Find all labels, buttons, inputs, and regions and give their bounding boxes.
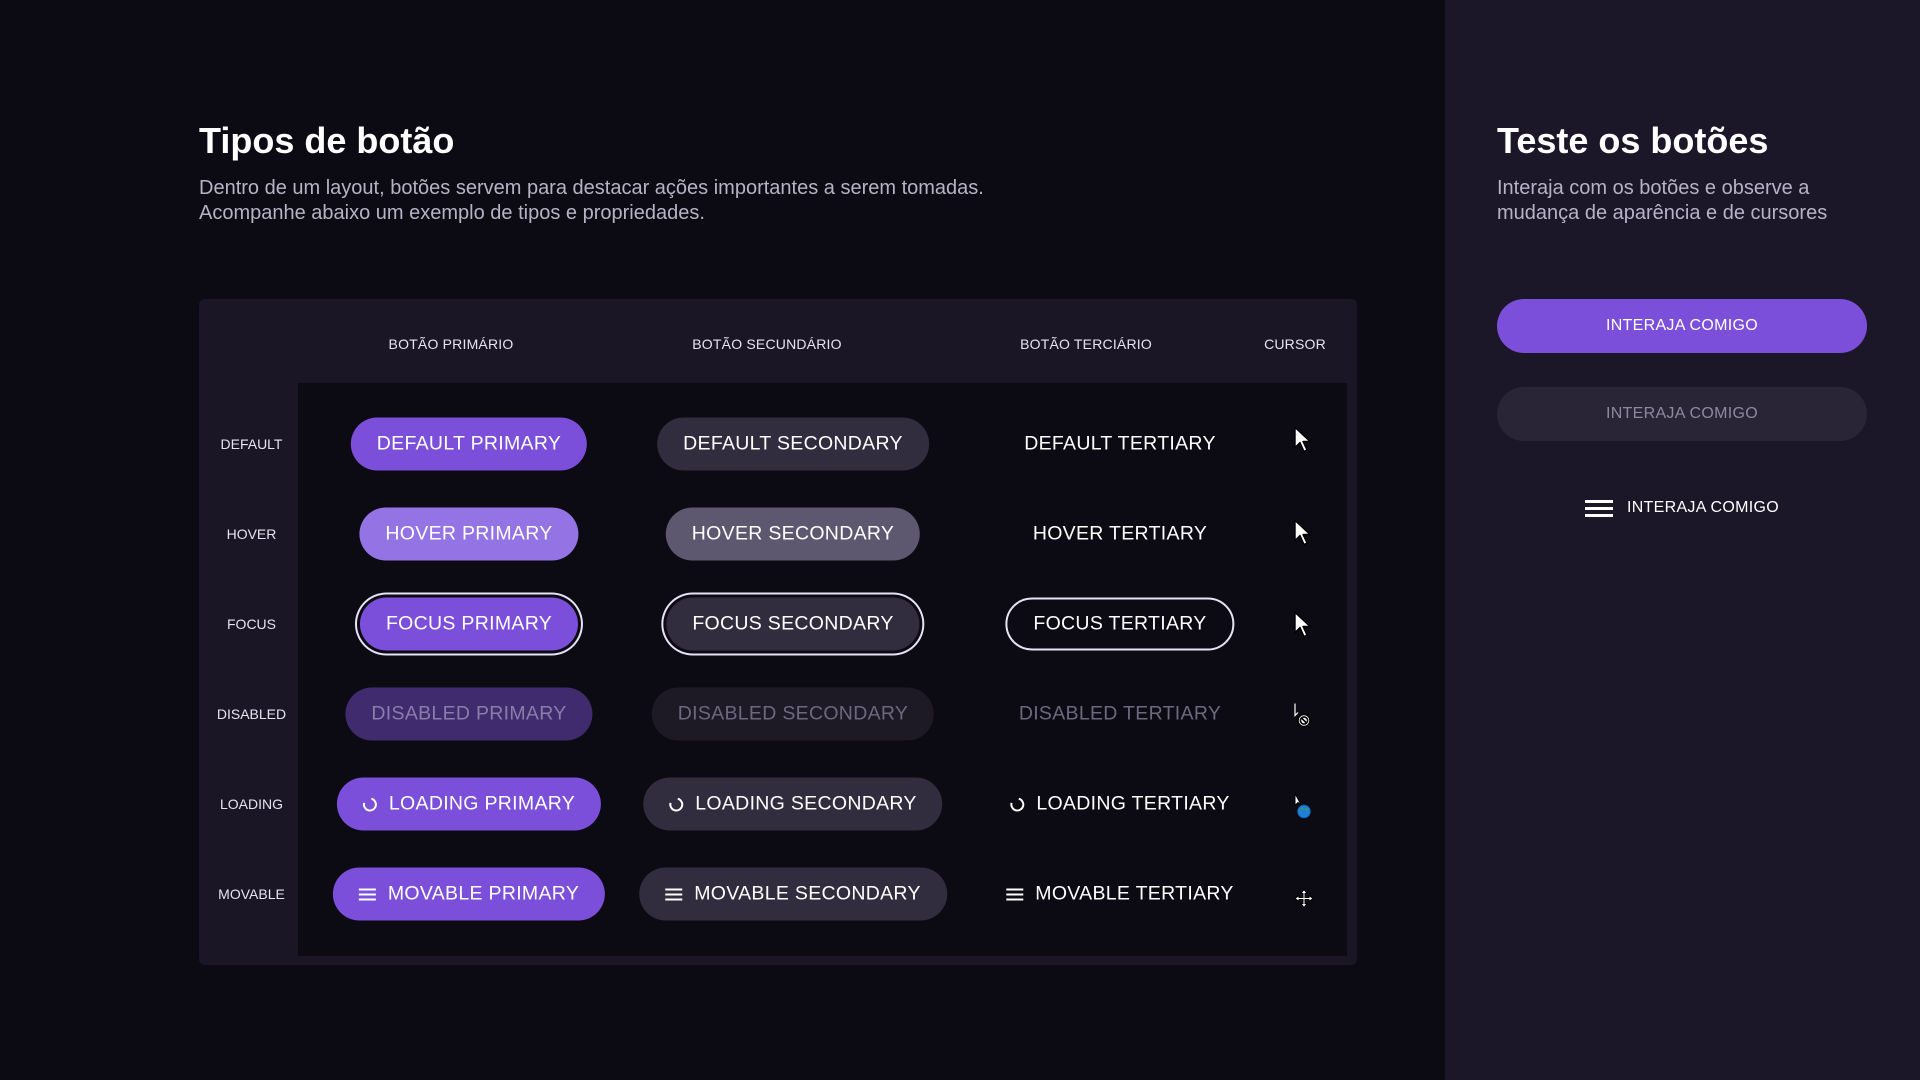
move-cursor-icon xyxy=(1294,888,1314,914)
header-primary: BOTÃO PRIMÁRIO xyxy=(388,336,514,352)
default-secondary-button[interactable]: DEFAULT SECONDARY xyxy=(657,417,929,471)
button-label: HOVER SECONDARY xyxy=(691,522,895,545)
loading-secondary-button[interactable]: LOADING SECONDARY xyxy=(643,777,943,831)
button-label: FOCUS PRIMARY xyxy=(385,612,553,635)
button-label: DISABLED PRIMARY xyxy=(371,702,567,725)
disabled-primary-button[interactable]: DISABLED PRIMARY xyxy=(345,687,593,741)
button-label: HOVER PRIMARY xyxy=(385,522,553,545)
sidebar-description: Interaja com os botões e observe a mudan… xyxy=(1497,176,1827,226)
focus-secondary-button[interactable]: FOCUS SECONDARY xyxy=(666,597,920,651)
button-types-table: BOTÃO PRIMÁRIO BOTÃO SECUNDÁRIO BOTÃO TE… xyxy=(199,299,1357,965)
button-label: LOADING PRIMARY xyxy=(388,792,576,815)
row-label-focus: FOCUS xyxy=(227,616,276,632)
button-label: LOADING TERTIARY xyxy=(1036,792,1230,815)
loading-tertiary-button[interactable]: LOADING TERTIARY xyxy=(984,778,1255,831)
button-label: MOVABLE TERTIARY xyxy=(1035,882,1234,905)
button-label: DISABLED SECONDARY xyxy=(677,702,909,725)
button-label: LOADING SECONDARY xyxy=(695,792,917,815)
button-label: DEFAULT TERTIARY xyxy=(1024,432,1216,455)
sidebar-title: Teste os botões xyxy=(1497,120,1769,161)
button-label: HOVER TERTIARY xyxy=(1032,522,1208,545)
row-label-hover: HOVER xyxy=(226,526,277,542)
loading-spinner-icon xyxy=(666,794,686,814)
header-tertiary: BOTÃO TERCIÁRIO xyxy=(1020,336,1152,352)
button-label: FOCUS TERTIARY xyxy=(1033,612,1207,635)
button-label: DEFAULT SECONDARY xyxy=(683,432,903,455)
row-label-default: DEFAULT xyxy=(220,436,283,452)
movable-secondary-button[interactable]: MOVABLE SECONDARY xyxy=(639,867,947,921)
hover-secondary-button[interactable]: HOVER SECONDARY xyxy=(665,507,921,561)
arrow-pointer-icon xyxy=(1293,611,1313,644)
button-label: INTERAJA COMIGO xyxy=(1605,405,1759,422)
main-panel: Tipos de botão Dentro de um layout, botõ… xyxy=(0,0,1445,1080)
drag-handle-icon xyxy=(1584,499,1613,517)
row-label-disabled: DISABLED xyxy=(216,706,287,722)
loading-spinner-icon xyxy=(1007,794,1027,814)
loading-primary-button[interactable]: LOADING PRIMARY xyxy=(336,777,602,831)
disabled-tertiary-button[interactable]: DISABLED TERTIARY xyxy=(993,688,1247,741)
progress-cursor-icon xyxy=(1292,793,1314,826)
movable-tertiary-button[interactable]: MOVABLE TERTIARY xyxy=(980,868,1259,921)
hover-tertiary-button[interactable]: HOVER TERTIARY xyxy=(1007,508,1233,561)
try-tertiary-button[interactable]: INTERAJA COMIGO xyxy=(1497,481,1867,535)
arrow-pointer-icon xyxy=(1293,519,1313,552)
button-label: MOVABLE SECONDARY xyxy=(694,882,921,905)
focus-tertiary-button[interactable]: FOCUS TERTIARY xyxy=(1005,597,1235,651)
button-label: DEFAULT PRIMARY xyxy=(376,432,562,455)
focus-primary-button[interactable]: FOCUS PRIMARY xyxy=(359,597,579,651)
default-tertiary-button[interactable]: DEFAULT TERTIARY xyxy=(998,418,1242,471)
sidebar-panel xyxy=(1445,0,1920,1080)
try-secondary-button[interactable]: INTERAJA COMIGO xyxy=(1497,387,1867,441)
table-body: DEFAULT PRIMARY DEFAULT SECONDARY DEFAUL… xyxy=(298,383,1347,956)
header-secondary: BOTÃO SECUNDÁRIO xyxy=(692,336,842,352)
drag-handle-icon xyxy=(358,888,376,900)
button-label: INTERAJA COMIGO xyxy=(1626,499,1780,516)
button-label: INTERAJA COMIGO xyxy=(1605,317,1759,334)
hover-primary-button[interactable]: HOVER PRIMARY xyxy=(359,507,579,561)
try-primary-button[interactable]: INTERAJA COMIGO xyxy=(1497,299,1867,353)
page-description-line: Dentro de um layout, botões servem para … xyxy=(199,177,984,199)
movable-primary-button[interactable]: MOVABLE PRIMARY xyxy=(332,867,606,921)
page-description: Dentro de um layout, botões servem para … xyxy=(199,176,984,226)
sidebar-description-line: Interaja com os botões e observe a xyxy=(1497,177,1810,199)
row-label-loading: LOADING xyxy=(219,796,283,812)
button-label: DISABLED TERTIARY xyxy=(1018,702,1222,725)
not-allowed-icon xyxy=(1292,703,1314,736)
page-title: Tipos de botão xyxy=(199,120,455,161)
button-label: FOCUS SECONDARY xyxy=(692,612,894,635)
sidebar-description-line: mudança de aparência e de cursores xyxy=(1497,202,1828,224)
loading-spinner-icon xyxy=(360,794,380,814)
page-description-line: Acompanhe abaixo um exemplo de tipos e p… xyxy=(199,202,705,224)
row-label-movable: MOVABLE xyxy=(218,886,285,902)
arrow-pointer-icon xyxy=(1293,426,1313,459)
disabled-secondary-button[interactable]: DISABLED SECONDARY xyxy=(651,687,935,741)
drag-handle-icon xyxy=(665,888,683,900)
default-primary-button[interactable]: DEFAULT PRIMARY xyxy=(350,417,588,471)
button-label: MOVABLE PRIMARY xyxy=(387,882,580,905)
drag-handle-icon xyxy=(1006,888,1024,900)
header-cursor: CURSOR xyxy=(1264,336,1326,352)
